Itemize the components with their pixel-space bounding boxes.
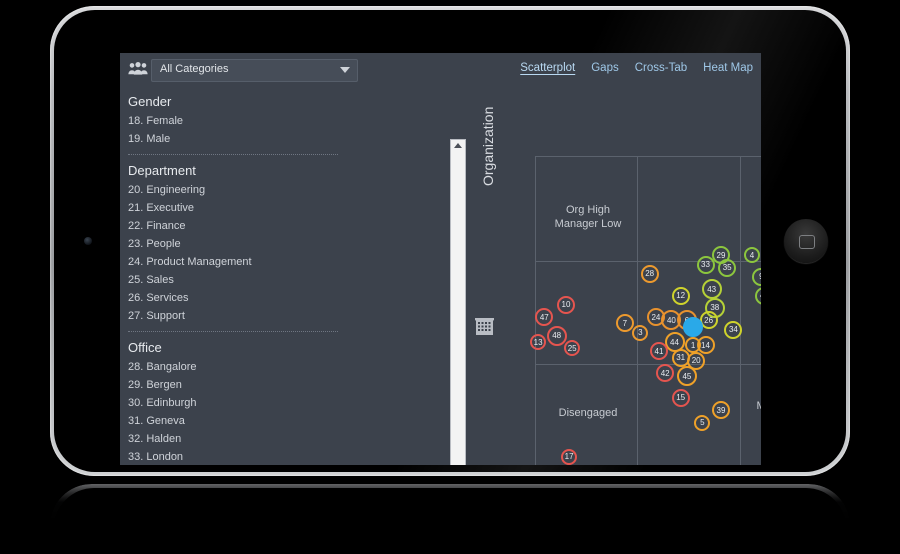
scatter-point-34[interactable]: 34	[724, 320, 743, 339]
plot-area[interactable]: Org High Manager Low Satisfied Disengage…	[530, 156, 761, 465]
sidebar-divider	[128, 331, 338, 332]
gridline-y-2	[535, 363, 761, 365]
category-select-value: All Categories	[160, 63, 229, 75]
quadrant-label-bottom-right: Manager High Org Low	[731, 399, 761, 427]
scatter-point-15[interactable]: 15	[671, 388, 690, 407]
home-button[interactable]	[784, 219, 828, 263]
scatter-point-17[interactable]: 17	[561, 448, 578, 465]
sidebar-divider	[128, 154, 338, 155]
sidebar-item-bangalore[interactable]: 28. Bangalore	[128, 358, 348, 376]
sidebar-scrollbar[interactable]	[450, 139, 466, 465]
sidebar-group-title: Office	[128, 340, 162, 355]
sidebar-item-executive[interactable]: 21. Executive	[128, 199, 348, 217]
organization-building-icon	[475, 318, 494, 335]
view-tabs: Scatterplot Gaps Cross-Tab Heat Map	[504, 62, 753, 74]
scatter-point-5[interactable]: 5	[694, 414, 711, 431]
device-reflection-screen	[54, 488, 846, 554]
sidebar-group-title: Department	[128, 163, 196, 178]
sidebar-item-bergen[interactable]: 29. Bergen	[128, 376, 348, 394]
category-select[interactable]: All Categories	[151, 59, 358, 82]
sidebar-item-edinburgh[interactable]: 30. Edinburgh	[128, 394, 348, 412]
quadrant-label-top-left: Org High Manager Low	[554, 204, 622, 230]
sidebar-item-finance[interactable]: 22. Finance	[128, 217, 348, 235]
scroll-up-arrow-icon[interactable]	[454, 143, 462, 148]
scatter-point-35[interactable]: 35	[718, 258, 737, 277]
scatter-point-28[interactable]: 28	[640, 264, 659, 283]
sidebar-item-support[interactable]: 27. Support	[128, 307, 348, 325]
quadrant-label-bottom-left: Disengaged	[558, 407, 618, 419]
scatter-point-45[interactable]: 45	[676, 366, 697, 387]
scatter-point-9[interactable]: 9	[752, 267, 761, 286]
scatter-point-46[interactable]: 46	[755, 286, 761, 305]
sidebar-item-halden[interactable]: 32. Halden	[128, 430, 348, 448]
scatter-point-0[interactable]	[683, 316, 704, 337]
tab-gaps[interactable]: Gaps	[591, 62, 619, 74]
scatter-point-48[interactable]: 48	[546, 325, 567, 346]
tab-scatterplot[interactable]: Scatterplot	[520, 62, 575, 74]
scatter-point-43[interactable]: 43	[701, 279, 722, 300]
device-reflection	[50, 484, 850, 554]
sidebar-item-engineering[interactable]: 20. Engineering	[128, 181, 348, 199]
sidebar-item-geneva[interactable]: 31. Geneva	[128, 412, 348, 430]
sidebar-group-title: Gender	[128, 94, 172, 109]
scatter-point-3[interactable]: 3	[632, 324, 649, 341]
people-group-icon	[128, 62, 148, 75]
sidebar-item-male[interactable]: 19. Male	[128, 130, 348, 148]
app-toolbar: All Categories Scatterplot Gaps Cross-Tab H…	[120, 53, 761, 86]
scatter-point-13[interactable]: 13	[530, 334, 547, 350]
chevron-down-icon	[340, 67, 350, 73]
sidebar-item-female[interactable]: 18. Female	[128, 112, 348, 130]
tab-cross-tab[interactable]: Cross-Tab	[635, 62, 687, 74]
y-axis-label: Organization	[480, 106, 496, 186]
scatter-point-14[interactable]: 14	[696, 336, 715, 355]
home-square-icon	[799, 235, 815, 249]
screenshot-root: All Categories Scatterplot Gaps Cross-Tab H…	[0, 0, 900, 554]
sidebar-item-london[interactable]: 33. London	[128, 448, 348, 465]
tab-heat-map[interactable]: Heat Map	[703, 62, 753, 74]
front-camera-icon	[84, 237, 92, 245]
filter-sidebar[interactable]: Gender 18. Female 19. Male Department 20. En…	[120, 86, 348, 465]
sidebar-item-services[interactable]: 26. Services	[128, 289, 348, 307]
sidebar-item-people[interactable]: 23. People	[128, 235, 348, 253]
analytics-app: All Categories Scatterplot Gaps Cross-Tab H…	[120, 53, 761, 465]
sidebar-item-sales[interactable]: 25. Sales	[128, 271, 348, 289]
scatter-point-12[interactable]: 12	[671, 286, 690, 305]
scatter-point-10[interactable]: 10	[557, 295, 575, 314]
scatterplot-chart: Organization Org High Manager Low Diseng…	[466, 86, 761, 465]
quadrant-label-top-right: Satisfied	[730, 210, 761, 224]
sidebar-item-product-management[interactable]: 24. Product Management	[128, 253, 348, 271]
